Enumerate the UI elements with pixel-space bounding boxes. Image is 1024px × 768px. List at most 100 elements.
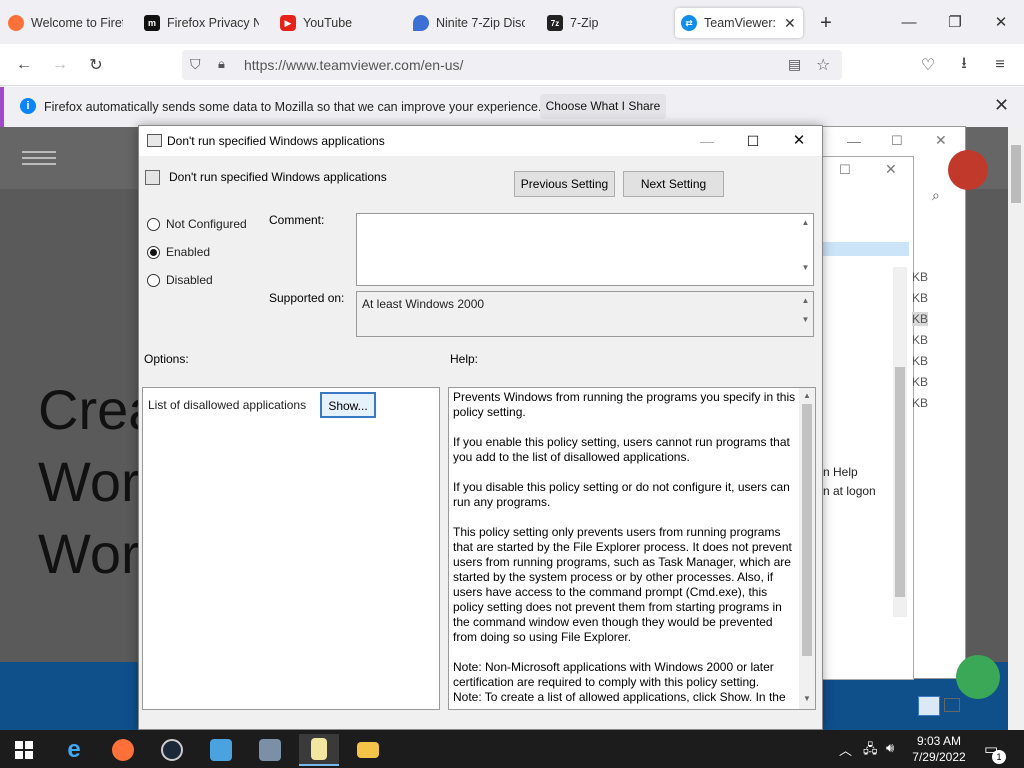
file-explorer-icon[interactable]	[348, 734, 388, 766]
policy-setting-dialog: Don't run specified Windows applications…	[138, 125, 823, 730]
volume-icon[interactable]: 🔊︎	[886, 740, 894, 756]
windows-taskbar: e ︿ 🖧︎ 🔊︎ 9:03 AM 7/29/2022 ▭ 1	[0, 730, 1024, 768]
scroll-up-icon[interactable]: ▲	[798, 218, 813, 227]
notification-count-badge: 1	[992, 750, 1006, 764]
firefox-icon[interactable]	[103, 734, 143, 766]
scrollbar[interactable]	[893, 267, 907, 617]
tab-youtube[interactable]: ▶ YouTube	[280, 8, 390, 38]
minimize-icon[interactable]: —	[847, 133, 861, 149]
policy-icon	[147, 134, 162, 147]
internet-explorer-icon[interactable]: e	[54, 734, 94, 766]
supported-scrollbar[interactable]: ▲ ▼	[798, 292, 813, 336]
menu-icon[interactable]: ≡	[986, 51, 1014, 79]
selected-row[interactable]	[823, 242, 909, 256]
choose-what-i-share-button[interactable]: Choose What I Share	[540, 94, 666, 119]
maximize-icon[interactable]: ☐	[839, 162, 851, 178]
back-arrow-icon[interactable]: ←	[10, 51, 38, 79]
file-size: KB	[912, 375, 929, 389]
maximize-icon[interactable]: ☐	[733, 130, 773, 152]
scrollbar-thumb[interactable]	[802, 404, 812, 656]
close-icon[interactable]: ✕	[981, 8, 1021, 36]
show-button[interactable]: Show...	[320, 392, 376, 418]
notification-message: Firefox automatically sends some data to…	[44, 100, 542, 114]
clock-date: 7/29/2022	[912, 750, 966, 764]
data-collection-notification: i Firefox automatically sends some data …	[0, 87, 1024, 127]
shield-icon[interactable]: ⛉	[190, 56, 201, 73]
radio-button-selected[interactable]	[147, 245, 160, 259]
page-scrollbar[interactable]	[1008, 127, 1024, 730]
bookmark-star-icon[interactable]: ☆	[816, 55, 830, 75]
close-icon[interactable]: ✕	[779, 130, 819, 152]
group-policy-editor-icon[interactable]	[299, 734, 339, 766]
control-panel-icon[interactable]	[201, 734, 241, 766]
url-text[interactable]: https://www.teamviewer.com/en-us/	[244, 57, 463, 73]
lock-icon[interactable]: 🔒︎	[218, 56, 225, 72]
network-icon[interactable]: 🖧︎	[863, 740, 878, 762]
radio-label: Enabled	[166, 245, 211, 259]
hamburger-menu-icon[interactable]	[22, 151, 56, 165]
close-tab-icon[interactable]: ✕	[784, 15, 796, 32]
scrollbar-thumb[interactable]	[895, 367, 905, 597]
system-clock[interactable]: 9:03 AM 7/29/2022	[908, 733, 970, 765]
chat-bubble-icon[interactable]	[956, 655, 1000, 699]
scroll-down-icon[interactable]: ▼	[798, 315, 813, 324]
comment-textarea[interactable]: ▲ ▼	[356, 213, 814, 286]
dialog-titlebar: Don't run specified Windows applications…	[139, 126, 822, 156]
help-text: Prevents Windows from running the progra…	[453, 390, 796, 704]
computer-management-icon[interactable]	[250, 734, 290, 766]
tab-label: Welcome to Firef	[31, 16, 123, 30]
help-panel: Prevents Windows from running the progra…	[448, 387, 816, 710]
close-notification-icon[interactable]: ✕	[994, 95, 1009, 116]
forward-arrow-icon[interactable]: →	[46, 51, 74, 79]
start-windows-icon[interactable]	[4, 734, 44, 766]
radio-not-configured[interactable]: Not Configured	[147, 217, 247, 231]
show-hidden-icons-chevron-icon[interactable]: ︿	[839, 740, 852, 759]
close-icon[interactable]: ✕	[885, 161, 897, 178]
radio-disabled[interactable]: Disabled	[147, 273, 213, 287]
scrollbar-thumb[interactable]	[1011, 145, 1021, 203]
previous-setting-button[interactable]: Previous Setting	[514, 171, 615, 197]
hero-heading-line: Wor	[38, 450, 140, 513]
language-flag-icon[interactable]	[948, 150, 988, 190]
tab-7zip[interactable]: 7z 7-Zip	[547, 8, 657, 38]
help-scrollbar[interactable]: ▲ ▼	[799, 388, 815, 709]
reload-icon[interactable]: ↻	[82, 51, 110, 79]
radio-enabled[interactable]: Enabled	[147, 245, 210, 259]
browser-tab-strip: Welcome to Firef m Firefox Privacy N ▶ Y…	[0, 0, 1024, 44]
radio-button[interactable]	[147, 273, 160, 287]
new-tab-button[interactable]: +	[816, 8, 836, 38]
tab-firefox-privacy[interactable]: m Firefox Privacy N	[144, 8, 259, 38]
tab-ninite-7zip[interactable]: Ninite 7-Zip Disc	[413, 8, 525, 38]
minimize-icon[interactable]: —	[889, 8, 929, 36]
minimize-icon[interactable]: —	[687, 130, 727, 152]
comment-scrollbar[interactable]: ▲ ▼	[798, 214, 813, 285]
tab-teamviewer[interactable]: ⇄ TeamViewer: T ✕	[675, 8, 803, 38]
steam-icon[interactable]	[152, 734, 192, 766]
7zip-icon: 7z	[547, 15, 563, 31]
details-view-icon[interactable]	[918, 696, 940, 716]
close-icon[interactable]: ✕	[935, 132, 947, 149]
file-size: KB	[912, 333, 929, 347]
background-explorer-pane: ☐ ✕ n Help n at logon	[822, 156, 914, 680]
scroll-up-icon[interactable]: ▲	[798, 296, 813, 305]
next-setting-button[interactable]: Next Setting	[623, 171, 724, 197]
help-label: Help:	[450, 352, 479, 366]
file-size: KB	[912, 354, 929, 368]
pocket-icon[interactable]: ♡	[914, 51, 942, 79]
restore-icon[interactable]: ❐	[935, 8, 975, 36]
address-bar[interactable]: ⛉ 🔒︎ https://www.teamviewer.com/en-us/ ▤…	[182, 50, 842, 80]
mozilla-icon: m	[144, 15, 160, 31]
scroll-down-icon[interactable]: ▼	[799, 694, 815, 703]
downloads-icon[interactable]: ⭳	[950, 51, 978, 79]
tab-welcome-firefox[interactable]: Welcome to Firef	[8, 8, 123, 38]
reader-view-icon[interactable]: ▤	[788, 56, 801, 73]
scroll-down-icon[interactable]: ▼	[798, 263, 813, 272]
options-label: Options:	[144, 352, 189, 366]
search-icon[interactable]: ⌕	[932, 187, 940, 204]
tab-label: 7-Zip	[570, 16, 599, 30]
radio-button[interactable]	[147, 217, 160, 231]
tab-label: Firefox Privacy N	[167, 16, 259, 30]
scroll-up-icon[interactable]: ▲	[799, 391, 815, 400]
large-icons-view-icon[interactable]	[944, 698, 960, 712]
maximize-icon[interactable]: ☐	[891, 133, 903, 149]
